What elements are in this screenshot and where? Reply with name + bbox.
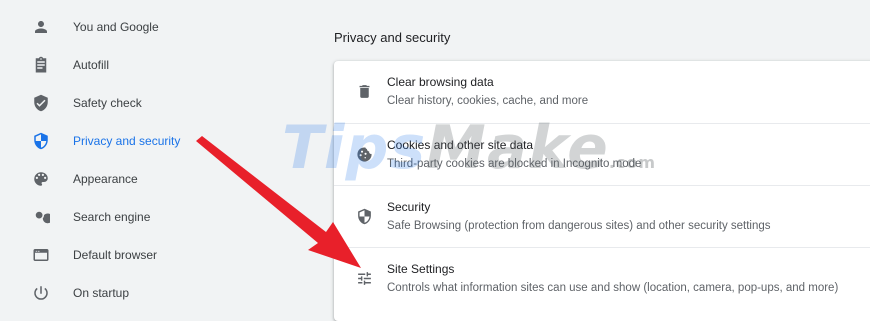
clipboard-icon [30,54,52,76]
row-title: Clear browsing data [387,75,494,89]
palette-icon [30,168,52,190]
sidebar-item-you-and-google[interactable]: You and Google [0,8,318,46]
browser-window-icon [30,244,52,266]
row-description: Safe Browsing (protection from dangerous… [387,220,771,232]
search-icon [30,206,52,228]
section-title: Privacy and security [334,30,451,45]
row-title: Security [387,200,431,214]
row-title: Site Settings [387,262,455,276]
sidebar-item-appearance[interactable]: Appearance [0,160,318,198]
sidebar-item-label: Default browser [73,248,158,262]
sidebar-item-default-browser[interactable]: Default browser [0,236,318,274]
row-description: Clear history, cookies, cache, and more [387,95,589,107]
sidebar-item-privacy-and-security[interactable]: Privacy and security [0,122,318,160]
sidebar: You and Google Autofill Safety check Pri… [0,0,318,306]
privacy-settings-card: Clear browsing data Clear history, cooki… [334,61,870,321]
trash-icon [354,81,374,101]
security-row[interactable]: Security Safe Browsing (protection from … [334,185,870,248]
person-icon [30,16,52,38]
cookie-icon [354,144,374,164]
shield-check-icon [30,92,52,114]
sidebar-item-autofill[interactable]: Autofill [0,46,318,84]
sidebar-item-label: Search engine [73,210,151,224]
row-description: Third-party cookies are blocked in Incog… [387,158,642,170]
shield-icon [354,206,374,226]
row-description: Controls what information sites can use … [387,282,839,294]
sidebar-item-safety-check[interactable]: Safety check [0,84,318,122]
power-icon [30,282,52,304]
sidebar-item-on-startup[interactable]: On startup [0,274,318,312]
sidebar-item-search-engine[interactable]: Search engine [0,198,318,236]
clear-browsing-data-row[interactable]: Clear browsing data Clear history, cooki… [334,61,870,123]
cookies-row[interactable]: Cookies and other site data Third-party … [334,123,870,186]
site-settings-row[interactable]: Site Settings Controls what information … [334,247,870,310]
shield-icon [30,130,52,152]
sidebar-item-label: Autofill [73,58,110,72]
sidebar-item-label: On startup [73,286,130,300]
sidebar-item-label: Safety check [73,96,142,110]
sidebar-item-label: Appearance [73,172,138,186]
sidebar-item-label: Privacy and security [73,134,181,148]
sidebar-item-label: You and Google [73,20,159,34]
row-title: Cookies and other site data [387,138,534,152]
sliders-icon [354,268,374,288]
